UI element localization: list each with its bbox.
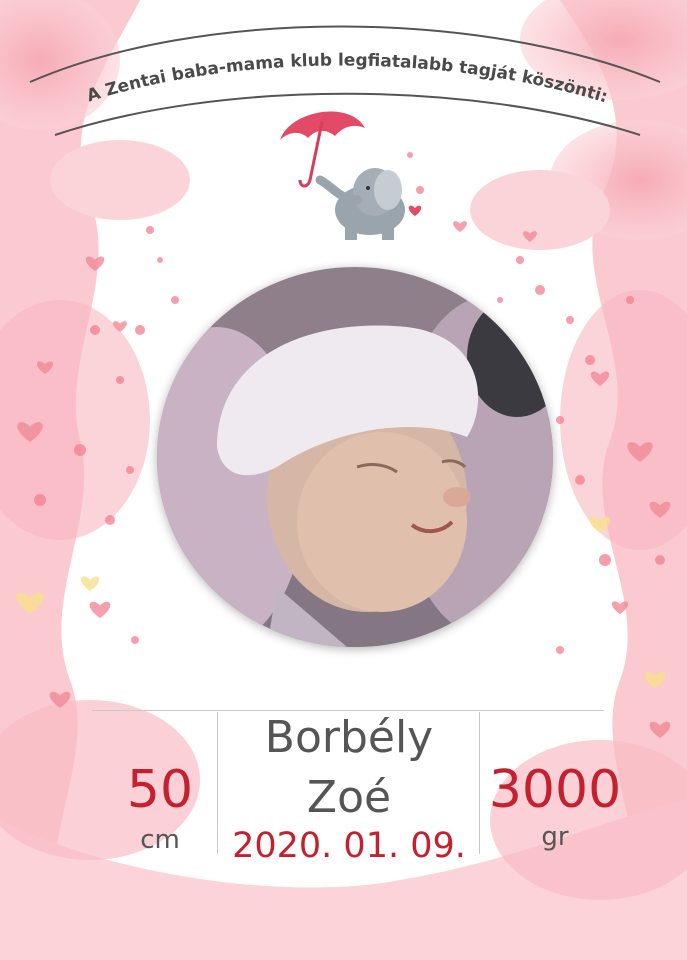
elephant-icon (315, 168, 405, 240)
banner-text: A Zentai baba-mama klub legfiatalabb tag… (84, 50, 610, 107)
heart-icon (408, 205, 422, 216)
divider-horizontal (92, 710, 604, 711)
length-unit: cm (140, 825, 180, 855)
baby-photo (157, 267, 553, 647)
baby-name-second-line: Zoé (306, 772, 392, 823)
elephant-umbrella-illustration (280, 111, 422, 240)
length-value: 50 (126, 760, 194, 820)
umbrella-icon (280, 111, 365, 188)
weight-value: 3000 (488, 760, 622, 820)
baby-name-first-line: Borbély (264, 712, 434, 763)
weight-unit: gr (541, 822, 569, 852)
birth-date: 2020. 01. 09. (232, 826, 466, 866)
